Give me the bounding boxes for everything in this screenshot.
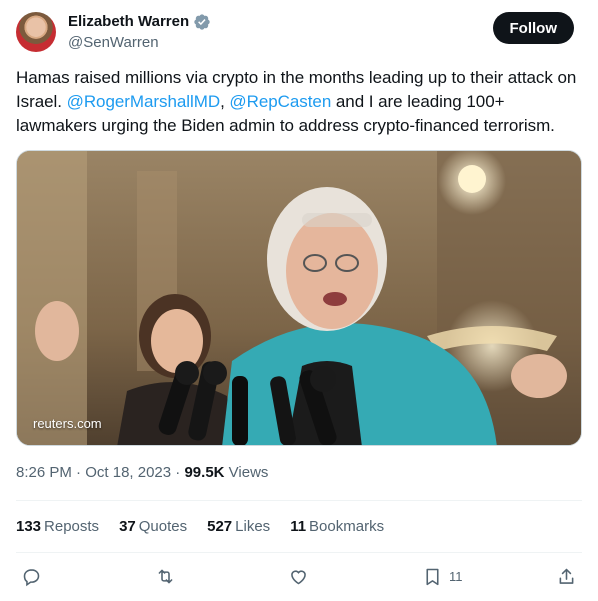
stat-count: 37 [119,518,136,535]
stat-likes[interactable]: 527 Likes [207,518,270,535]
author-handle[interactable]: @SenWarren [68,33,211,53]
stat-reposts[interactable]: 133 Reposts [16,518,99,535]
stat-label: Quotes [138,518,188,535]
like-icon [291,570,306,585]
tweet-time[interactable]: 8:26 PM [16,464,72,481]
meta-separator: · [71,464,86,481]
bookmark-icon [426,568,439,586]
views-label: Views [224,464,269,481]
stat-quotes[interactable]: 37 Quotes [119,518,187,535]
stat-label: Reposts [44,518,100,535]
verified-badge-icon [194,14,210,30]
share-icon [559,568,574,584]
author-name[interactable]: Elizabeth Warren [68,12,189,32]
divider [16,552,582,553]
stat-label: Likes [235,518,271,535]
mention-link[interactable]: @RepCasten [229,92,331,111]
engagement-stats: 133 Reposts 37 Quotes 527 Likes 11 Bookmarks [16,518,384,535]
repost-icon [158,569,173,584]
action-bar: 11 [16,566,582,590]
divider [16,500,582,501]
avatar[interactable] [16,12,56,52]
meta-separator: · [171,464,185,481]
tweet-photo[interactable]: reuters.com [16,150,582,446]
tweet-header: Elizabeth Warren @SenWarren Follow [16,12,582,56]
stat-bookmarks[interactable]: 11 Bookmarks [290,518,384,535]
reply-button[interactable] [21,566,42,587]
tweet-meta: 8:26 PM · Oct 18, 2023 · 99.5K Views [16,464,268,481]
stat-count: 11 [290,518,307,535]
tweet-date[interactable]: Oct 18, 2023 [85,464,171,481]
tweet-text: Hamas raised millions via crypto in the … [16,66,584,138]
share-button[interactable] [556,566,577,587]
bookmark-count: 11 [449,569,463,584]
press-conference-photo [17,151,581,445]
reply-icon [23,569,40,587]
stat-count: 133 [16,518,42,535]
stat-count: 527 [207,518,233,535]
follow-button[interactable]: Follow [492,12,574,44]
like-button[interactable] [288,566,309,587]
mention-link[interactable]: @RogerMarshallMD [67,92,220,111]
author-block: Elizabeth Warren @SenWarren [68,12,211,53]
author-name-row: Elizabeth Warren [68,12,211,32]
repost-button[interactable] [155,566,176,587]
bookmark-button[interactable]: 11 [422,566,463,587]
stat-label: Bookmarks [309,518,385,535]
media-source-label: reuters.com [33,416,102,431]
views-count: 99.5K [184,464,225,481]
